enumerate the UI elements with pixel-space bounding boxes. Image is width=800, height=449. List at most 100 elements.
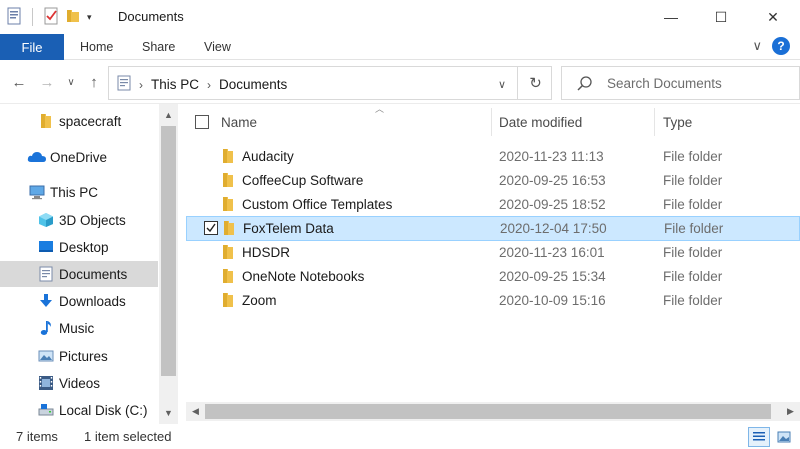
scroll-right-icon[interactable]: ▶ — [781, 402, 800, 421]
file-date: 2020-09-25 18:52 — [499, 197, 606, 212]
nav-item-label: Local Disk (C:) — [59, 402, 148, 418]
breadcrumb-documents[interactable]: Documents — [219, 77, 287, 92]
nav-item-music[interactable]: Music — [0, 315, 158, 341]
nav-item-label: Downloads — [59, 293, 126, 309]
scroll-down-icon[interactable]: ▼ — [159, 404, 178, 422]
file-name: OneNote Notebooks — [242, 269, 365, 284]
nav-item-videos[interactable]: Videos — [0, 370, 158, 396]
nav-item-local-disk[interactable]: Local Disk (C:) — [0, 397, 158, 423]
tab-home[interactable]: Home — [80, 34, 113, 60]
tab-share[interactable]: Share — [142, 34, 175, 60]
up-arrow-icon: ↑ — [90, 73, 98, 91]
music-icon — [40, 321, 51, 335]
scroll-left-icon[interactable]: ◀ — [186, 402, 205, 421]
minimize-button[interactable]: — — [646, 0, 696, 34]
nav-item-pictures[interactable]: Pictures — [0, 343, 158, 369]
file-list-horizontal-scrollbar[interactable]: ◀ ▶ — [186, 402, 800, 421]
file-row-selected[interactable]: FoxTelem Data 2020-12-04 17:50 File fold… — [186, 216, 800, 241]
check-properties-icon[interactable] — [43, 7, 59, 28]
file-row[interactable]: Custom Office Templates 2020-09-25 18:52… — [186, 193, 800, 217]
nav-item-spacecraft[interactable]: spacecraft — [0, 108, 158, 134]
column-header-date[interactable]: Date modified — [499, 104, 649, 140]
column-header-type[interactable]: Type — [663, 104, 783, 140]
nav-item-desktop[interactable]: Desktop — [0, 234, 158, 260]
nav-pane-scrollbar[interactable]: ▲ ▼ — [159, 104, 178, 424]
title-bar: ▾ Documents — ☐ ✕ — [0, 0, 800, 34]
address-bar[interactable]: › This PC › Documents ∨ ↻ — [108, 66, 552, 100]
file-type: File folder — [663, 269, 723, 284]
checkmark-icon — [206, 223, 216, 233]
search-input[interactable]: Search Documents — [607, 76, 722, 91]
address-row: ← → ∨ ↑ › This PC › Documents ∨ ↻ Search… — [0, 60, 800, 104]
item-count: 7 items — [16, 429, 58, 444]
new-folder-icon[interactable] — [65, 8, 81, 27]
forward-arrow-icon: → — [39, 73, 55, 91]
row-checkbox-checked[interactable] — [204, 221, 218, 235]
quick-access-toolbar: ▾ — [6, 6, 92, 28]
documents-icon — [39, 266, 53, 282]
file-row[interactable]: Zoom 2020-10-09 15:16 File folder — [186, 289, 800, 313]
status-bar: 7 items 1 item selected — [0, 424, 800, 449]
file-name: CoffeeCup Software — [242, 173, 364, 188]
file-date: 2020-10-09 15:16 — [499, 293, 606, 308]
navigation-pane: spacecraft OneDrive This PC 3D Objects D… — [0, 104, 178, 424]
window-title: Documents — [118, 9, 184, 24]
tab-file[interactable]: File — [0, 34, 64, 60]
chevron-down-icon: ∨ — [497, 78, 507, 91]
column-divider[interactable] — [654, 108, 655, 136]
nav-item-3d-objects[interactable]: 3D Objects — [0, 207, 158, 233]
breadcrumb-separator: › — [139, 77, 143, 92]
forward-button[interactable]: → — [36, 72, 58, 92]
folder-icon — [223, 149, 233, 163]
properties-icon[interactable] — [6, 7, 22, 28]
nav-item-label: Pictures — [59, 348, 108, 364]
nav-item-label: Music — [59, 320, 95, 336]
selection-count: 1 item selected — [84, 429, 172, 444]
nav-item-this-pc[interactable]: This PC — [0, 179, 158, 205]
details-view-button[interactable] — [748, 427, 770, 447]
file-row[interactable]: OneNote Notebooks 2020-09-25 15:34 File … — [186, 265, 800, 289]
file-name: Custom Office Templates — [242, 197, 393, 212]
nav-item-label: Desktop — [59, 239, 109, 255]
file-name: Audacity — [242, 149, 294, 164]
refresh-button[interactable]: ↻ — [517, 67, 553, 99]
nav-item-documents[interactable]: Documents — [0, 261, 158, 287]
file-list: ︿ Name Date modified Type Audacity 2020-… — [186, 104, 800, 424]
search-box[interactable]: Search Documents — [561, 66, 800, 100]
nav-item-downloads[interactable]: Downloads — [0, 288, 158, 314]
file-row[interactable]: Audacity 2020-11-23 11:13 File folder — [186, 145, 800, 169]
minimize-icon: — — [664, 9, 678, 25]
column-header-date-label: Date modified — [499, 114, 583, 130]
nav-item-onedrive[interactable]: OneDrive — [0, 144, 158, 170]
file-date: 2020-09-25 15:34 — [499, 269, 606, 284]
file-row[interactable]: CoffeeCup Software 2020-09-25 16:53 File… — [186, 169, 800, 193]
breadcrumb: › This PC › Documents — [117, 75, 287, 94]
column-header-name[interactable]: ︿ Name — [221, 104, 491, 140]
address-dropdown-button[interactable]: ∨ — [489, 75, 515, 93]
nav-pane-scroll-thumb[interactable] — [161, 126, 176, 376]
help-glyph: ? — [777, 39, 785, 53]
large-icons-view-icon — [777, 431, 791, 443]
select-all-checkbox[interactable] — [195, 115, 209, 129]
folder-icon — [223, 269, 233, 283]
large-icons-view-button[interactable] — [773, 427, 795, 447]
tab-view[interactable]: View — [204, 34, 231, 60]
file-row[interactable]: HDSDR 2020-11-23 16:01 File folder — [186, 241, 800, 265]
back-button[interactable]: ← — [8, 72, 30, 92]
maximize-button[interactable]: ☐ — [696, 0, 746, 34]
3d-objects-icon — [39, 213, 53, 227]
column-divider[interactable] — [491, 108, 492, 136]
help-icon[interactable]: ? — [772, 37, 790, 55]
qat-customize-icon[interactable]: ▾ — [87, 12, 92, 23]
close-button[interactable]: ✕ — [748, 0, 798, 34]
recent-locations-button[interactable]: ∨ — [60, 72, 82, 92]
up-button[interactable]: ↑ — [83, 72, 105, 92]
documents-location-icon — [117, 75, 131, 94]
horizontal-scroll-thumb[interactable] — [205, 404, 771, 419]
onedrive-icon — [27, 152, 46, 162]
ribbon-controls: ∨ ? — [752, 37, 790, 55]
breadcrumb-this-pc[interactable]: This PC — [151, 77, 199, 92]
scroll-up-icon[interactable]: ▲ — [159, 106, 178, 124]
nav-item-label: Documents — [59, 266, 128, 282]
ribbon-expand-icon[interactable]: ∨ — [752, 38, 762, 54]
